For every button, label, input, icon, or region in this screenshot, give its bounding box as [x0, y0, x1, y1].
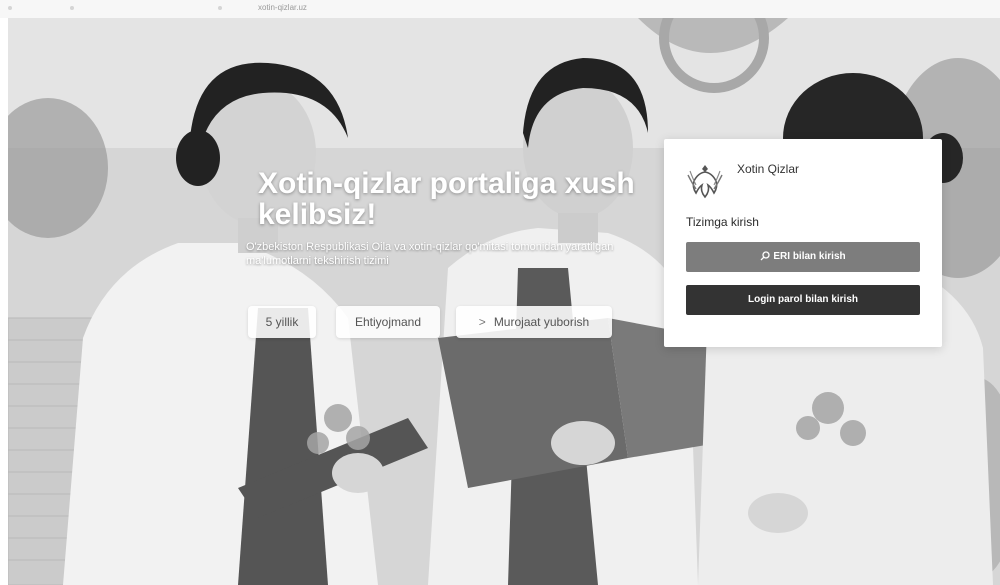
- eri-login-label: ERI bilan kirish: [773, 251, 846, 262]
- login-card: Xotin Qizlar Tizimga kirish ERI bilan ki…: [664, 139, 942, 347]
- five-year-label: 5 yillik: [265, 315, 299, 329]
- url-text[interactable]: xotin-qizlar.uz: [258, 3, 307, 12]
- page: xotin-qizlar.uz Xotin-qizlar portaliga x…: [0, 0, 1000, 585]
- send-appeal-button[interactable]: > Murojaat yuborish: [456, 306, 612, 338]
- eri-login-button[interactable]: ERI bilan kirish: [686, 242, 920, 272]
- needy-button[interactable]: Ehtiyojmand: [336, 306, 440, 338]
- window-dot-icon: [8, 6, 12, 10]
- five-year-button[interactable]: 5 yillik: [248, 306, 316, 338]
- needy-label: Ehtiyojmand: [354, 315, 422, 329]
- login-title: Tizimga kirish: [686, 215, 759, 229]
- search-icon: [760, 251, 771, 261]
- browser-bar: xotin-qizlar.uz: [0, 0, 1000, 18]
- window-dot-icon: [218, 6, 222, 10]
- password-login-label: Login parol bilan kirish: [747, 294, 858, 305]
- arrow-right-icon: >: [478, 315, 486, 329]
- send-appeal-label: Murojaat yuborish: [493, 315, 590, 329]
- hero-title: Xotin-qizlar portaliga xush kelibsiz!: [258, 167, 635, 231]
- password-login-button[interactable]: Login parol bilan kirish: [686, 285, 920, 315]
- brand-name: Xotin Qizlar: [737, 162, 800, 176]
- window-dot-icon: [70, 6, 74, 10]
- hero-description: O'zbekiston Respublikasi Oila va xotin-q…: [246, 241, 614, 267]
- emblem-icon: [687, 165, 723, 199]
